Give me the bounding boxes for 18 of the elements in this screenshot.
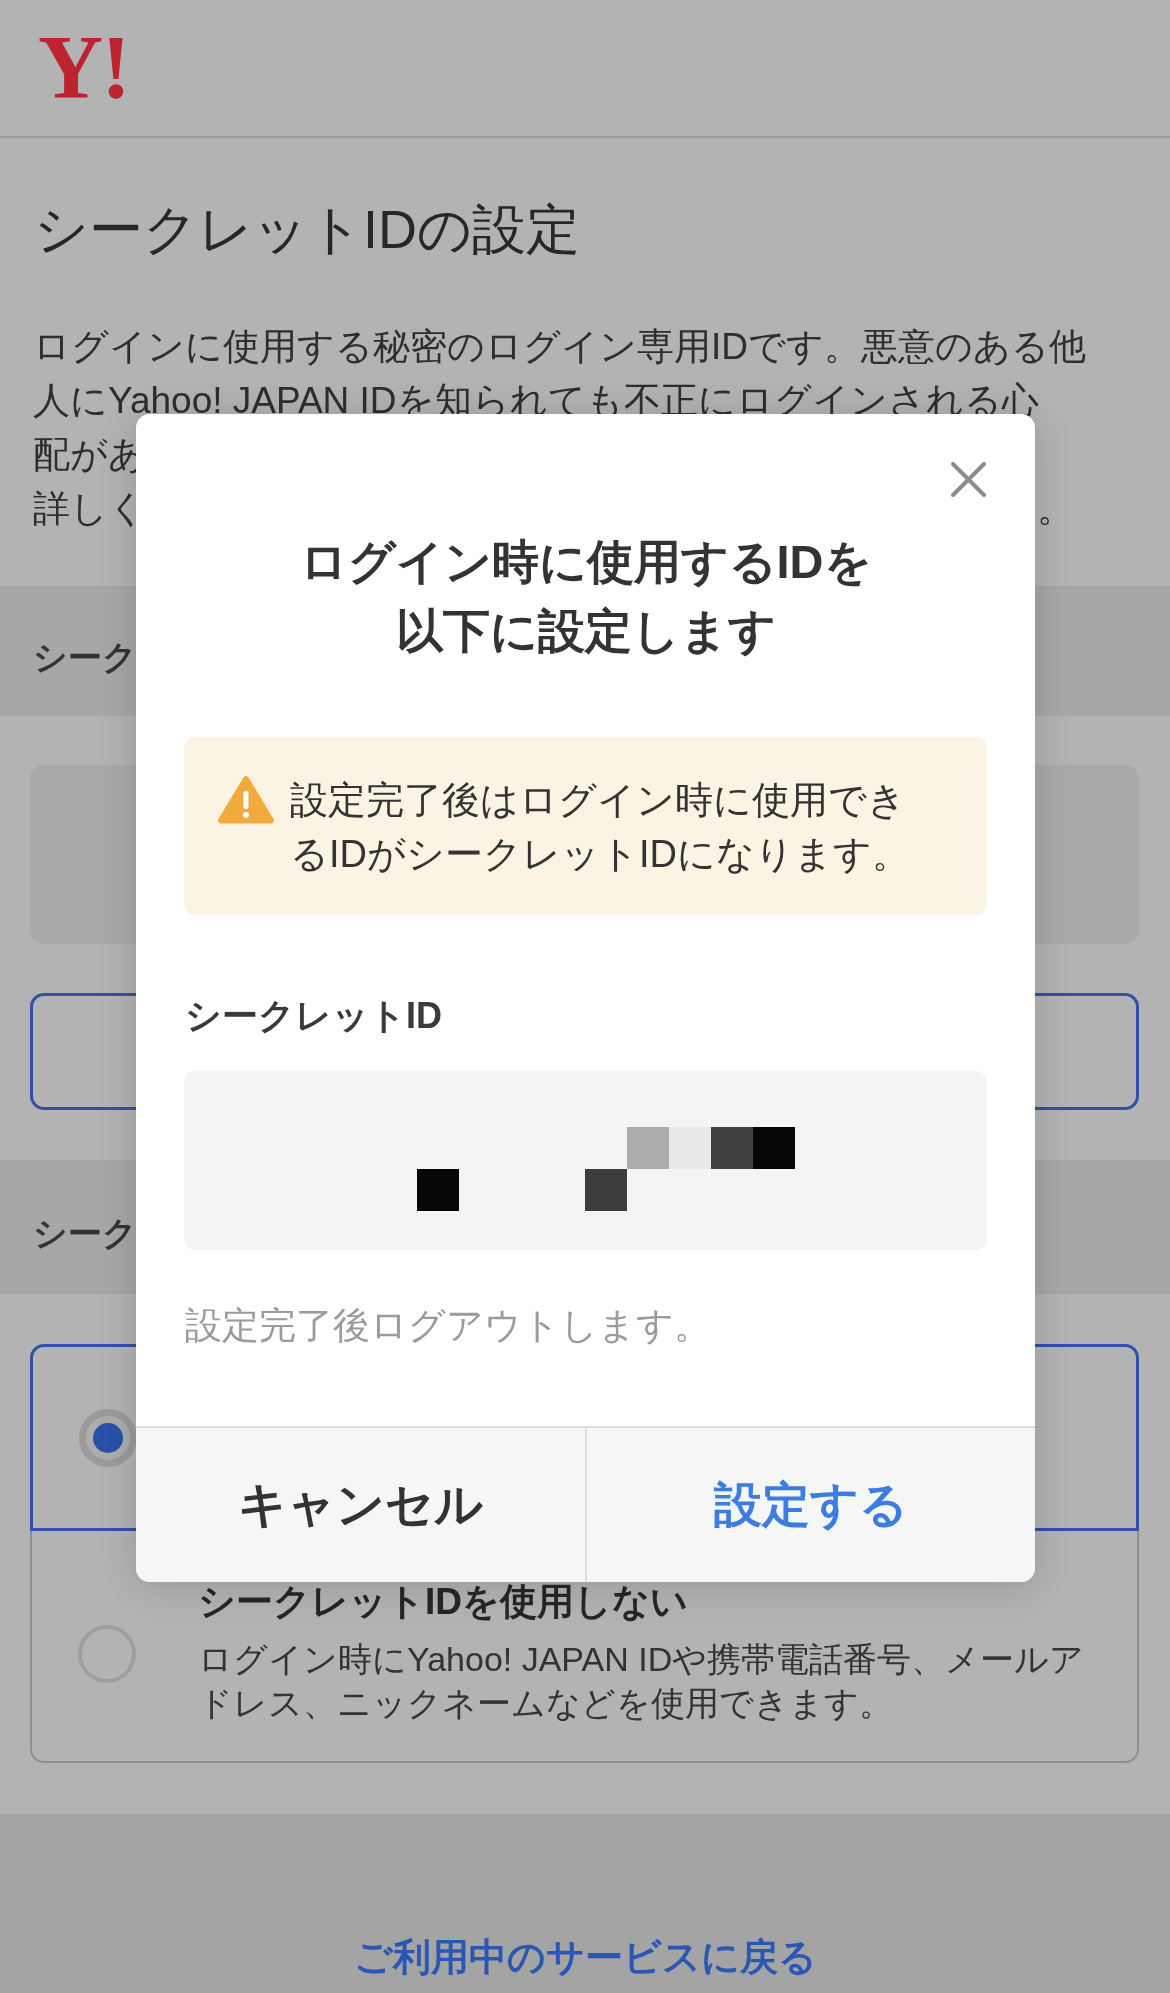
- field-label: シークレットID: [185, 994, 442, 1038]
- page-title: シークレットIDの設定: [34, 198, 580, 261]
- warning-icon: [218, 775, 274, 824]
- section-heading: シーク: [33, 1213, 137, 1254]
- logo[interactable]: Y!: [38, 23, 129, 113]
- close-icon[interactable]: [951, 462, 986, 497]
- confirm-button[interactable]: 設定する: [584, 1428, 1035, 1582]
- option-description: ログイン時にYahoo! JAPAN IDや携帯電話番号、メールアドレス、ニックネームなどを使用できます。: [198, 1639, 1086, 1724]
- description-fragment: 。: [1037, 487, 1074, 531]
- description-line: ログインに使用する秘密のログイン専用IDです。悪意のある他: [33, 325, 1086, 369]
- warning-text: 設定完了後はログイン時に使用できるIDがシークレットIDになります。: [290, 778, 911, 877]
- option-title: シークレットIDを使用しない: [198, 1582, 689, 1622]
- note-text: 設定完了後ログアウトします。: [185, 1304, 711, 1348]
- section-heading: シーク: [33, 637, 137, 678]
- back-link[interactable]: ご利用中のサービスに戻る: [353, 1932, 817, 1982]
- cancel-button[interactable]: キャンセル: [136, 1428, 585, 1582]
- dialog-title: ログイン時に使用するIDを以下に設定します: [298, 534, 873, 659]
- description-line: 詳しく: [33, 487, 146, 531]
